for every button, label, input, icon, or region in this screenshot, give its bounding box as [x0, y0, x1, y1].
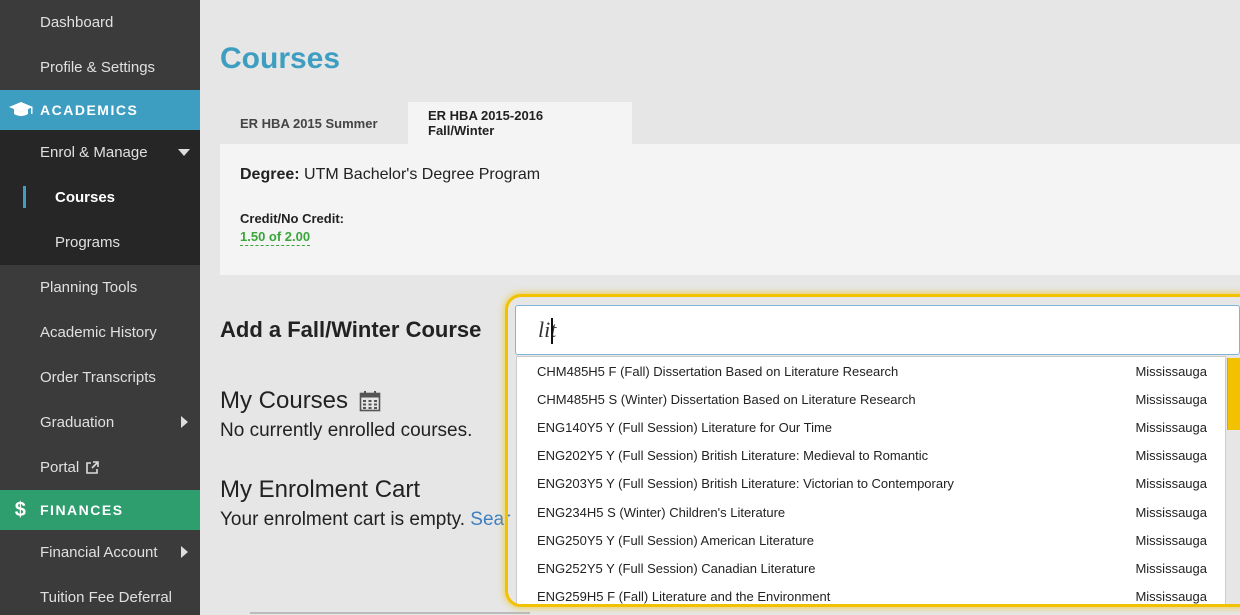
sidebar-item-label: Dashboard — [40, 14, 114, 31]
sidebar-item-label: Financial Account — [40, 544, 158, 561]
sidebar-item-label: Programs — [55, 234, 121, 251]
no-courses-text: No currently enrolled courses. — [220, 420, 473, 441]
cart-empty-text: Your enrolment cart is empty. Sear — [220, 509, 510, 531]
search-result-item[interactable]: ENG250Y5 Y (Full Session) American Liter… — [517, 526, 1225, 554]
sidebar-item-label: Tuition Fee Deferral — [40, 589, 172, 606]
sidebar-item-academic-history[interactable]: Academic History — [0, 310, 200, 355]
search-result-item[interactable]: CHM485H5 F (Fall) Dissertation Based on … — [517, 357, 1225, 385]
sidebar-item-programs[interactable]: Programs — [0, 220, 200, 265]
result-course: ENG203Y5 Y (Full Session) British Litera… — [537, 476, 954, 491]
result-course: ENG259H5 F (Fall) Literature and the Env… — [537, 589, 831, 604]
result-campus: Mississauga — [1135, 364, 1207, 379]
sidebar-item-label: Courses — [55, 189, 116, 206]
calendar-icon[interactable] — [359, 390, 381, 412]
result-campus: Mississauga — [1135, 392, 1207, 407]
tab-summer[interactable]: ER HBA 2015 Summer — [220, 102, 408, 144]
result-campus: Mississauga — [1135, 505, 1207, 520]
search-results-dropdown: CHM485H5 F (Fall) Dissertation Based on … — [516, 356, 1226, 606]
result-campus: Mississauga — [1135, 561, 1207, 576]
side-tab[interactable] — [1227, 358, 1240, 430]
result-course: ENG234H5 S (Winter) Children's Literatur… — [537, 505, 786, 520]
sidebar-section-finances[interactable]: $ FINANCES — [0, 490, 200, 530]
sidebar-item-dashboard[interactable]: Dashboard — [0, 0, 200, 45]
active-indicator — [23, 186, 26, 208]
enrolment-cart-heading: My Enrolment Cart — [220, 476, 421, 503]
dollar-icon: $ — [14, 498, 28, 521]
search-result-item[interactable]: ENG252Y5 Y (Full Session) Canadian Liter… — [517, 554, 1225, 582]
result-campus: Mississauga — [1135, 448, 1207, 463]
sidebar: Dashboard Profile & Settings ACADEMICS E… — [0, 0, 200, 615]
page-title: Courses — [220, 42, 341, 75]
result-campus: Mississauga — [1135, 420, 1207, 435]
search-result-item[interactable]: ENG202Y5 Y (Full Session) British Litera… — [517, 441, 1225, 469]
course-search-input[interactable] — [515, 305, 1240, 355]
external-link-icon — [85, 460, 99, 475]
search-result-item[interactable]: ENG140Y5 Y (Full Session) Literature for… — [517, 413, 1225, 441]
tab-fall-winter[interactable]: ER HBA 2015-2016 Fall/Winter — [408, 102, 632, 144]
sidebar-item-profile-settings[interactable]: Profile & Settings — [0, 45, 200, 90]
sidebar-item-label: Graduation — [40, 414, 115, 431]
cart-empty-message: Your enrolment cart is empty. — [220, 509, 465, 530]
sidebar-item-label: Academic History — [40, 324, 157, 341]
degree-info: Degree: UTM Bachelor's Degree Program — [240, 166, 540, 184]
sidebar-item-label: Enrol & Manage — [40, 144, 148, 161]
sidebar-item-label: Profile & Settings — [40, 59, 156, 76]
search-result-item[interactable]: ENG203Y5 Y (Full Session) British Litera… — [517, 469, 1225, 497]
add-course-heading: Add a Fall/Winter Course — [220, 317, 482, 342]
sidebar-item-label: Planning Tools — [40, 279, 138, 296]
credit-label: Credit/No Credit: — [240, 211, 344, 226]
result-campus: Mississauga — [1135, 533, 1207, 548]
result-course: ENG252Y5 Y (Full Session) Canadian Liter… — [537, 561, 816, 576]
result-course: CHM485H5 S (Winter) Dissertation Based o… — [537, 392, 916, 407]
sidebar-item-graduation[interactable]: Graduation — [0, 400, 200, 445]
tab-label: ER HBA 2015 Summer — [240, 115, 378, 131]
degree-label: Degree: — [240, 166, 300, 183]
search-result-item[interactable]: ENG234H5 S (Winter) Children's Literatur… — [517, 498, 1225, 526]
sidebar-item-portal[interactable]: Portal — [0, 445, 200, 490]
chevron-right-icon — [181, 546, 188, 558]
search-result-item[interactable]: CHM485H5 S (Winter) Dissertation Based o… — [517, 385, 1225, 413]
divider — [250, 612, 530, 614]
graduation-cap-icon — [8, 99, 34, 121]
sidebar-section-academics[interactable]: ACADEMICS — [0, 90, 200, 130]
text-cursor — [551, 318, 553, 344]
sidebar-section-label: ACADEMICS — [40, 102, 139, 118]
result-course: ENG202Y5 Y (Full Session) British Litera… — [537, 448, 929, 463]
sidebar-item-planning-tools[interactable]: Planning Tools — [0, 265, 200, 310]
tab-label: ER HBA 2015-2016 Fall/Winter — [428, 108, 544, 138]
sidebar-item-tuition-fee-deferral[interactable]: Tuition Fee Deferral — [0, 575, 200, 615]
sidebar-item-order-transcripts[interactable]: Order Transcripts — [0, 355, 200, 400]
search-link[interactable]: Sear — [470, 509, 510, 530]
degree-panel: Degree: UTM Bachelor's Degree Program Cr… — [220, 144, 1240, 275]
result-campus: Mississauga — [1135, 476, 1207, 491]
chevron-down-icon — [178, 149, 190, 156]
my-courses-heading: My Courses — [220, 387, 349, 414]
credit-value[interactable]: 1.50 of 2.00 — [240, 229, 311, 246]
sidebar-item-label: Order Transcripts — [40, 369, 156, 386]
result-course: ENG250Y5 Y (Full Session) American Liter… — [537, 533, 814, 548]
result-course: ENG140Y5 Y (Full Session) Literature for… — [537, 420, 833, 435]
sidebar-item-enrol-manage[interactable]: Enrol & Manage — [0, 130, 200, 175]
result-campus: Mississauga — [1135, 589, 1207, 604]
chevron-right-icon — [181, 416, 188, 428]
sidebar-item-label: Portal — [40, 459, 80, 476]
result-course: CHM485H5 F (Fall) Dissertation Based on … — [537, 364, 899, 379]
sidebar-section-label: FINANCES — [40, 502, 124, 518]
search-result-item[interactable]: ENG259H5 F (Fall) Literature and the Env… — [517, 582, 1225, 605]
degree-value: UTM Bachelor's Degree Program — [304, 166, 541, 183]
sidebar-item-courses[interactable]: Courses — [0, 175, 200, 220]
sidebar-item-financial-account[interactable]: Financial Account — [0, 530, 200, 575]
academics-subnav: Enrol & Manage Courses Programs — [0, 130, 200, 265]
